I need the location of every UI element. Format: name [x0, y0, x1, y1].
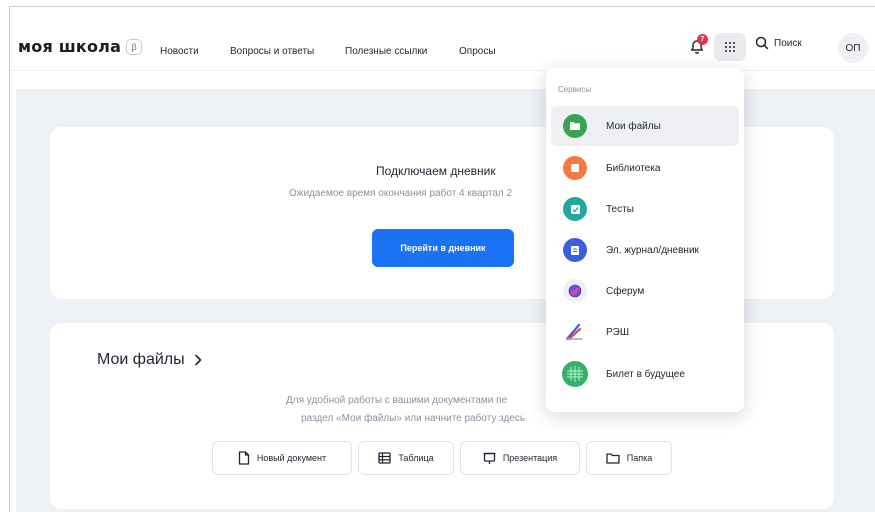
folder-icon: [563, 114, 587, 138]
folder-label: Папка: [626, 453, 653, 463]
sferum-icon: [563, 279, 587, 303]
presentation-button[interactable]: Презентация: [460, 441, 580, 475]
service-label: Эл. журнал/дневник: [606, 244, 699, 256]
avatar[interactable]: ОП: [838, 33, 868, 63]
nav-news[interactable]: Новости: [160, 46, 199, 57]
tests-icon: [563, 197, 587, 221]
service-label: Библиотека: [606, 162, 661, 174]
logo-text: моя школа: [18, 37, 122, 56]
document-icon: [238, 451, 250, 465]
nav-polls[interactable]: Опросы: [459, 46, 496, 57]
files-description-line2: раздел «Мои файлы» или начните работу зд…: [301, 413, 526, 424]
service-label: Мои файлы: [606, 120, 661, 132]
notification-badge: 7: [697, 34, 708, 45]
spreadsheet-label: Таблица: [398, 453, 434, 463]
files-title-link[interactable]: Мои файлы: [97, 351, 203, 369]
service-resh[interactable]: РЭШ: [551, 312, 739, 352]
search-label: Поиск: [774, 37, 802, 49]
nav-useful-links[interactable]: Полезные ссылки: [345, 46, 427, 57]
folder-icon: [606, 453, 620, 464]
journal-icon: [563, 238, 587, 262]
table-icon: [378, 452, 391, 464]
service-sferum[interactable]: Сферум: [551, 271, 739, 311]
files-description-line1: Для удобной работы с вашими документами …: [286, 395, 508, 406]
chevron-right-icon: [194, 354, 201, 366]
grid-icon: [725, 42, 735, 52]
service-journal[interactable]: Эл. журнал/дневник: [551, 230, 739, 270]
service-label: Тесты: [606, 203, 634, 215]
notifications-button[interactable]: 7: [684, 34, 710, 60]
beta-badge: β: [126, 38, 143, 55]
services-dropdown: Сервисы Мои файлы Библиотека Тесты Эл. ж…: [546, 68, 744, 412]
new-document-button[interactable]: Новый документ: [212, 441, 352, 475]
top-header: моя школа β Новости Вопросы и ответы Пол…: [10, 7, 875, 71]
service-my-files[interactable]: Мои файлы: [551, 106, 739, 146]
main-content: Подключаем дневник Ожидаемое время оконч…: [16, 89, 875, 512]
resh-icon: [563, 320, 587, 344]
nav-faq[interactable]: Вопросы и ответы: [230, 46, 314, 57]
service-label: Сферум: [606, 285, 645, 297]
presentation-label: Презентация: [502, 453, 558, 463]
services-header: Сервисы: [558, 85, 592, 94]
logo[interactable]: моя школа β: [18, 37, 143, 56]
go-to-diary-button[interactable]: Перейти в дневник: [372, 229, 514, 267]
search-button[interactable]: Поиск: [755, 36, 802, 50]
service-library[interactable]: Библиотека: [551, 148, 739, 188]
search-icon: [755, 36, 769, 50]
service-label: Билет в будущее: [606, 368, 685, 380]
browser-frame: моя школа β Новости Вопросы и ответы Пол…: [9, 6, 875, 512]
files-title: Мои файлы: [97, 351, 185, 368]
diary-subtitle: Ожидаемое время окончания работ 4 кварта…: [289, 188, 513, 199]
presentation-icon: [483, 452, 496, 464]
services-button[interactable]: [714, 33, 746, 61]
spreadsheet-button[interactable]: Таблица: [358, 441, 454, 475]
library-icon: [563, 156, 587, 180]
service-tests[interactable]: Тесты: [551, 189, 739, 229]
service-future-ticket[interactable]: Билет в будущее: [551, 354, 739, 394]
diary-title: Подключаем дневник: [376, 164, 496, 178]
future-ticket-icon: [562, 361, 588, 387]
new-document-label: Новый документ: [256, 453, 327, 463]
folder-button[interactable]: Папка: [586, 441, 672, 475]
service-label: РЭШ: [606, 326, 630, 338]
